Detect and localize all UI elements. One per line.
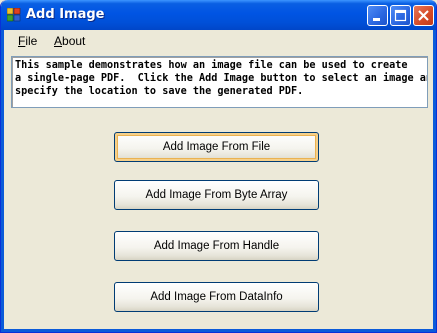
maximize-icon [394, 9, 407, 22]
menu-file-label: ile [25, 34, 38, 48]
maximize-button[interactable] [390, 5, 411, 26]
add-image-from-datainfo-button[interactable]: Add Image From DataInfo [114, 282, 319, 312]
close-icon [418, 10, 429, 21]
window-frame-bottom [1, 329, 436, 332]
window-title: Add Image [26, 7, 105, 22]
description-line: a single-page PDF. Click the Add Image b… [15, 73, 428, 84]
menu-about-label: bout [62, 34, 86, 48]
add-image-from-handle-button[interactable]: Add Image From Handle [114, 231, 319, 261]
minimize-icon [373, 18, 380, 21]
menu-about-mnemonic: A [54, 34, 63, 48]
menu-file[interactable]: File [18, 34, 37, 48]
add-image-from-byte-array-button[interactable]: Add Image From Byte Array [114, 180, 319, 210]
menu-about[interactable]: About [54, 34, 85, 48]
description-line: This sample demonstrates how an image fi… [15, 60, 408, 71]
app-icon [6, 7, 21, 22]
title-bar[interactable]: Add Image [1, 0, 436, 30]
description-line: specify the location to save the generat… [15, 86, 304, 97]
description-textbox[interactable]: This sample demonstrates how an image fi… [11, 56, 428, 108]
app-window: Add Image File About This sample demonst… [0, 0, 437, 333]
add-image-from-file-button[interactable]: Add Image From File [114, 132, 319, 162]
close-button[interactable] [413, 5, 434, 26]
minimize-button[interactable] [367, 5, 388, 26]
menu-bar: File About [4, 30, 435, 51]
